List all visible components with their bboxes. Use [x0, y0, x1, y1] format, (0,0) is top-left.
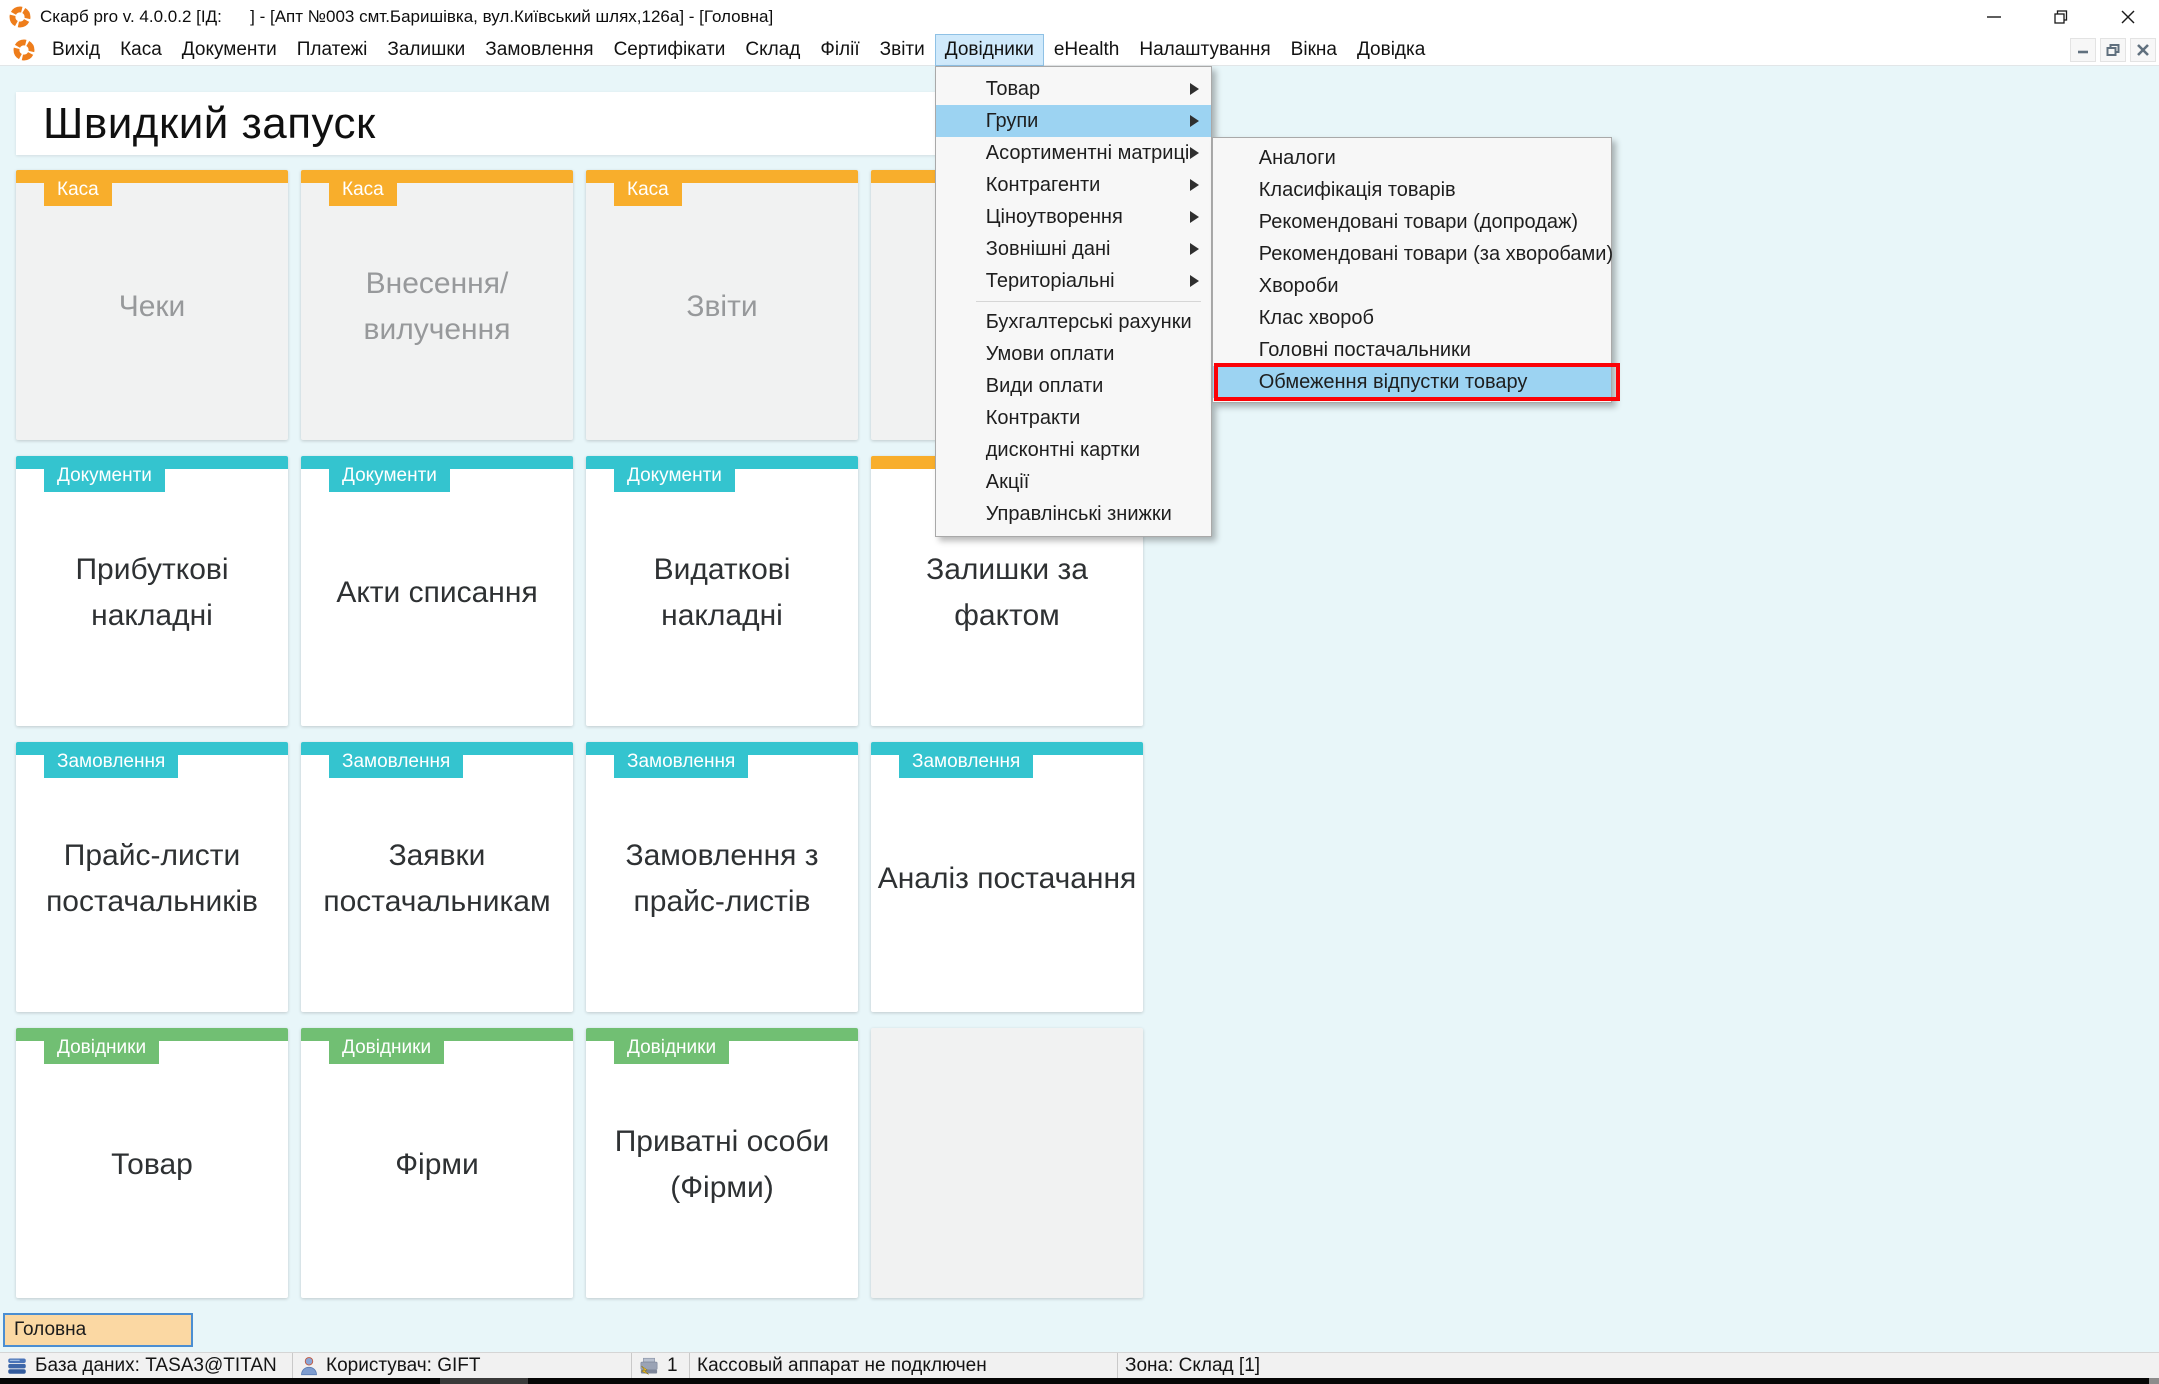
submenu-item-holovni-postachalnyky[interactable]: Головні постачальники	[1213, 334, 1611, 366]
close-icon[interactable]	[2119, 8, 2137, 26]
status-cash-register: Кассовый аппарат не подключен	[690, 1353, 1118, 1378]
dropdown-item-aktsii[interactable]: Акції	[936, 466, 1211, 498]
hrupy-submenu: Аналоги Класифікація товарів Рекомендова…	[1212, 137, 1612, 403]
submenu-arrow-icon	[1190, 83, 1199, 95]
window-controls	[1985, 0, 2137, 34]
status-bar: База даних: TASA3@TITAN Користувач: GIFT…	[0, 1352, 2159, 1378]
dropdown-item-terytorialni[interactable]: Територіальні	[936, 265, 1211, 297]
menu-item-zalyshky[interactable]: Залишки	[377, 34, 475, 66]
status-database: База даних: TASA3@TITAN	[0, 1353, 293, 1378]
submenu-item-analohy[interactable]: Аналоги	[1213, 142, 1611, 174]
dropdown-item-hrupy[interactable]: Групи Аналоги Класифікація товарів Реком…	[936, 105, 1211, 137]
tile-firmy[interactable]: Довідники Фірми	[301, 1028, 573, 1298]
dovidnyky-dropdown-menu: Товар Групи Аналоги Класифікація товарів…	[935, 66, 1212, 537]
tile-prybutkovi-nakladni[interactable]: Документи Прибуткові накладні	[16, 456, 288, 726]
tile-cheky[interactable]: Каса Чеки	[16, 170, 288, 440]
menu-item-nalashtuvannia[interactable]: Налаштування	[1129, 34, 1280, 66]
tile-price-lists[interactable]: Замовлення Прайс-листи постачальників	[16, 742, 288, 1012]
mdi-app-icon	[13, 39, 35, 61]
taskbar-segment-right	[2149, 1378, 2159, 1384]
submenu-item-rekomendovani-doprodazh[interactable]: Рекомендовані товари (допродаж)	[1213, 206, 1611, 238]
submenu-arrow-icon	[1190, 115, 1199, 127]
dropdown-item-zovnishni-dani[interactable]: Зовнішні дані	[936, 233, 1211, 265]
user-icon	[300, 1356, 318, 1376]
minimize-icon[interactable]	[1985, 8, 2003, 26]
title-bar: Скарб pro v. 4.0.0.2 [ІД: ] - [Апт №003 …	[0, 0, 2159, 34]
dropdown-item-bukhhalterski[interactable]: Бухгалтерські рахунки	[936, 306, 1211, 338]
app-window: Скарб pro v. 4.0.0.2 [ІД: ] - [Апт №003 …	[0, 0, 2159, 1384]
mdi-restore-icon[interactable]	[2100, 38, 2126, 62]
submenu-arrow-icon	[1190, 211, 1199, 223]
database-icon	[7, 1356, 27, 1376]
menu-items: Вихід Каса Документи Платежі Залишки Зам…	[42, 34, 1435, 66]
menu-bar: Вихід Каса Документи Платежі Залишки Зам…	[0, 34, 2159, 66]
dropdown-item-kontrakty[interactable]: Контракти	[936, 402, 1211, 434]
tile-pryvatni-osoby[interactable]: Довідники Приватні особи (Фірми)	[586, 1028, 858, 1298]
menu-item-vykhid[interactable]: Вихід	[42, 34, 110, 66]
dropdown-item-tovar[interactable]: Товар	[936, 73, 1211, 105]
submenu-item-klas-khvorob[interactable]: Клас хвороб	[1213, 302, 1611, 334]
dropdown-item-kontrahenty[interactable]: Контрагенти	[936, 169, 1211, 201]
restore-icon[interactable]	[2052, 8, 2070, 26]
tile-empty	[871, 1028, 1143, 1298]
dropdown-item-vydy-oplaty[interactable]: Види оплати	[936, 370, 1211, 402]
tab-holovna[interactable]: Головна	[3, 1313, 193, 1347]
submenu-arrow-icon	[1190, 179, 1199, 191]
tile-zayavky-postachalnykam[interactable]: Замовлення Заявки постачальникам	[301, 742, 573, 1012]
dropdown-item-umovy-oplaty[interactable]: Умови оплати	[936, 338, 1211, 370]
submenu-arrow-icon	[1190, 275, 1199, 287]
cash-register-icon	[639, 1357, 659, 1375]
submenu-arrow-icon	[1190, 147, 1199, 159]
menu-item-dovidnyky-label: Довідники	[945, 39, 1034, 60]
status-user: Користувач: GIFT	[293, 1353, 632, 1378]
menu-item-dovidnyky[interactable]: Довідники Товар Групи Аналоги Класифікац…	[935, 34, 1044, 66]
dropdown-item-upravlinski-znyzhky[interactable]: Управлінські знижки	[936, 498, 1211, 530]
window-title: Скарб pro v. 4.0.0.2 [ІД: ] - [Апт №003 …	[40, 0, 773, 34]
submenu-item-obmezhennia-vidpustky[interactable]: Обмеження відпустки товару	[1213, 366, 1611, 398]
taskbar-edge	[0, 1378, 2159, 1384]
menu-item-sklad[interactable]: Склад	[735, 34, 810, 66]
mdi-minimize-icon[interactable]	[2070, 38, 2096, 62]
dropdown-item-asortymentni[interactable]: Асортиментні матриці	[936, 137, 1211, 169]
tile-tovar[interactable]: Довідники Товар	[16, 1028, 288, 1298]
mdi-window-controls	[2070, 38, 2156, 62]
app-logo-icon	[9, 6, 31, 28]
menu-item-sertyfikaty[interactable]: Сертифікати	[604, 34, 736, 66]
tile-analiz-postachannia[interactable]: Замовлення Аналіз постачання	[871, 742, 1143, 1012]
dropdown-item-dyskontni-kartky[interactable]: дисконтні картки	[936, 434, 1211, 466]
menu-item-vikna[interactable]: Вікна	[1281, 34, 1347, 66]
dropdown-item-tsinoutvorennia[interactable]: Ціноутворення	[936, 201, 1211, 233]
mdi-close-icon[interactable]	[2130, 38, 2156, 62]
tile-akty-spysannia[interactable]: Документи Акти списання	[301, 456, 573, 726]
status-device-count: 1	[632, 1353, 690, 1378]
menu-item-ehealth[interactable]: eHealth	[1044, 34, 1130, 66]
tile-zamovlennia-z-price[interactable]: Замовлення Замовлення з прайс-листів	[586, 742, 858, 1012]
menu-item-zvity[interactable]: Звіти	[870, 34, 935, 66]
tile-zvity[interactable]: Каса Звіти	[586, 170, 858, 440]
menu-separator	[976, 301, 1201, 302]
submenu-arrow-icon	[1190, 243, 1199, 255]
submenu-item-rekomendovani-khvoroby[interactable]: Рекомендовані товари (за хворобами)	[1213, 238, 1611, 270]
taskbar-segment	[440, 1378, 528, 1384]
tile-vnesennia-vyluchennia[interactable]: Каса Внесення/вилучення	[301, 170, 573, 440]
menu-item-dokumenty[interactable]: Документи	[172, 34, 287, 66]
menu-item-dovidka[interactable]: Довідка	[1347, 34, 1435, 66]
menu-item-zamovlennia[interactable]: Замовлення	[475, 34, 603, 66]
menu-item-platezhi[interactable]: Платежі	[287, 34, 378, 66]
menu-item-kasa[interactable]: Каса	[110, 34, 172, 66]
tile-vydatkovi-nakladni[interactable]: Документи Видаткові накладні	[586, 456, 858, 726]
submenu-item-khvoroby[interactable]: Хвороби	[1213, 270, 1611, 302]
status-zone: Зона: Склад [1]	[1118, 1353, 2159, 1378]
menu-item-filii[interactable]: Філії	[810, 34, 869, 66]
submenu-item-klasyfikatsiia[interactable]: Класифікація товарів	[1213, 174, 1611, 206]
